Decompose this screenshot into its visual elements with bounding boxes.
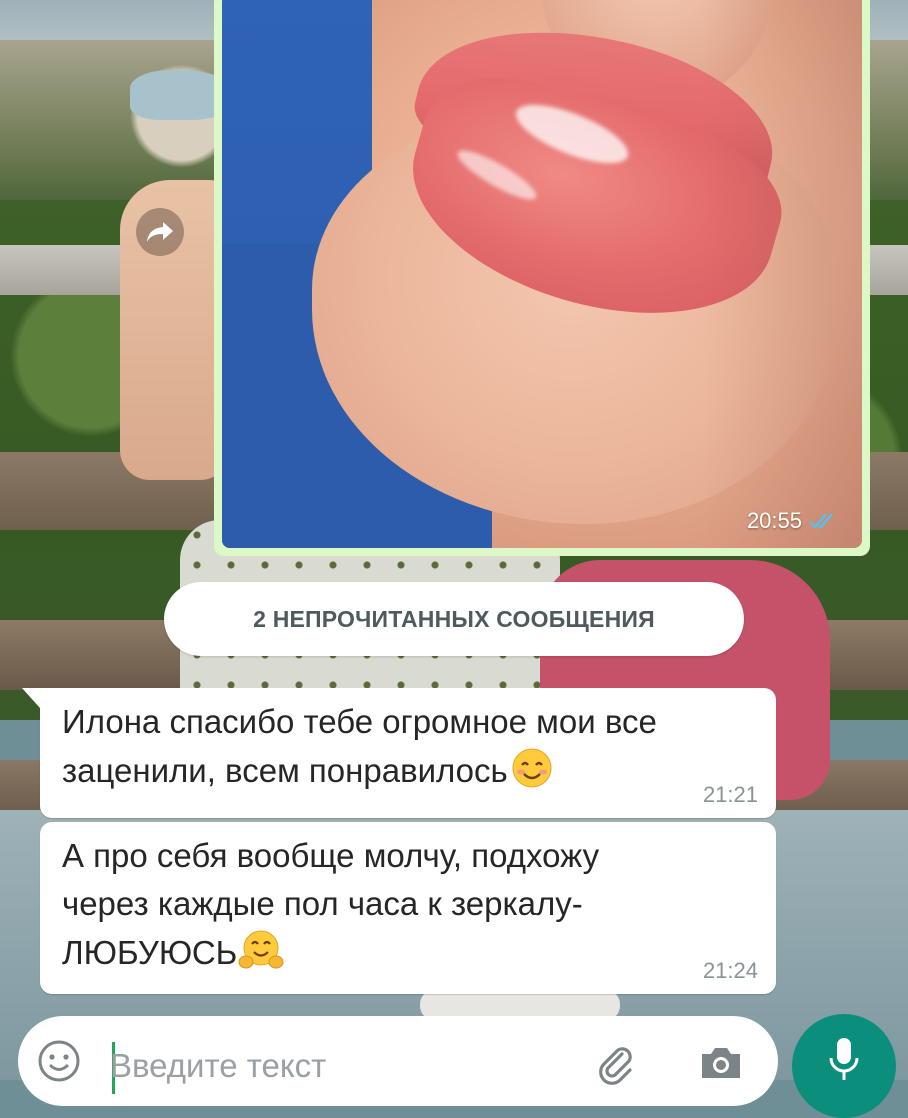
hugging-face-icon — [238, 930, 284, 969]
message-composer — [18, 1016, 778, 1106]
camera-icon[interactable] — [696, 1038, 746, 1088]
message-input[interactable] — [110, 1036, 550, 1096]
message-time: 21:21 — [702, 782, 758, 807]
lip-photo[interactable]: 20:55 — [222, 0, 862, 548]
microphone-icon — [829, 1038, 859, 1080]
forward-arrow-icon — [147, 222, 173, 242]
smiling-face-icon — [512, 748, 552, 788]
double-check-icon — [809, 513, 833, 529]
forward-button[interactable] — [136, 208, 184, 256]
emoji-icon[interactable] — [36, 1038, 82, 1084]
incoming-message[interactable]: Илона спасибо тебе огромное мои все заце… — [22, 688, 776, 818]
mic-button[interactable] — [792, 1014, 896, 1118]
image-message-time: 20:55 — [746, 508, 802, 533]
unread-messages-banner: 2 НЕПРОЧИТАННЫХ СООБЩЕНИЯ — [164, 582, 744, 656]
image-message-bubble[interactable]: 20:55 — [214, 0, 870, 556]
image-message-meta: 20:55 — [747, 508, 838, 534]
message-time: 21:24 — [702, 958, 758, 983]
message-text: А про себя вообще молчу, подхожу через к… — [62, 837, 600, 971]
unread-messages-label: 2 НЕПРОЧИТАННЫХ СООБЩЕНИЯ — [253, 605, 655, 632]
message-text: Илона спасибо тебе огромное мои все заце… — [62, 703, 657, 789]
incoming-message[interactable]: А про себя вообще молчу, подхожу через к… — [40, 822, 776, 994]
paperclip-icon[interactable] — [592, 1040, 640, 1088]
